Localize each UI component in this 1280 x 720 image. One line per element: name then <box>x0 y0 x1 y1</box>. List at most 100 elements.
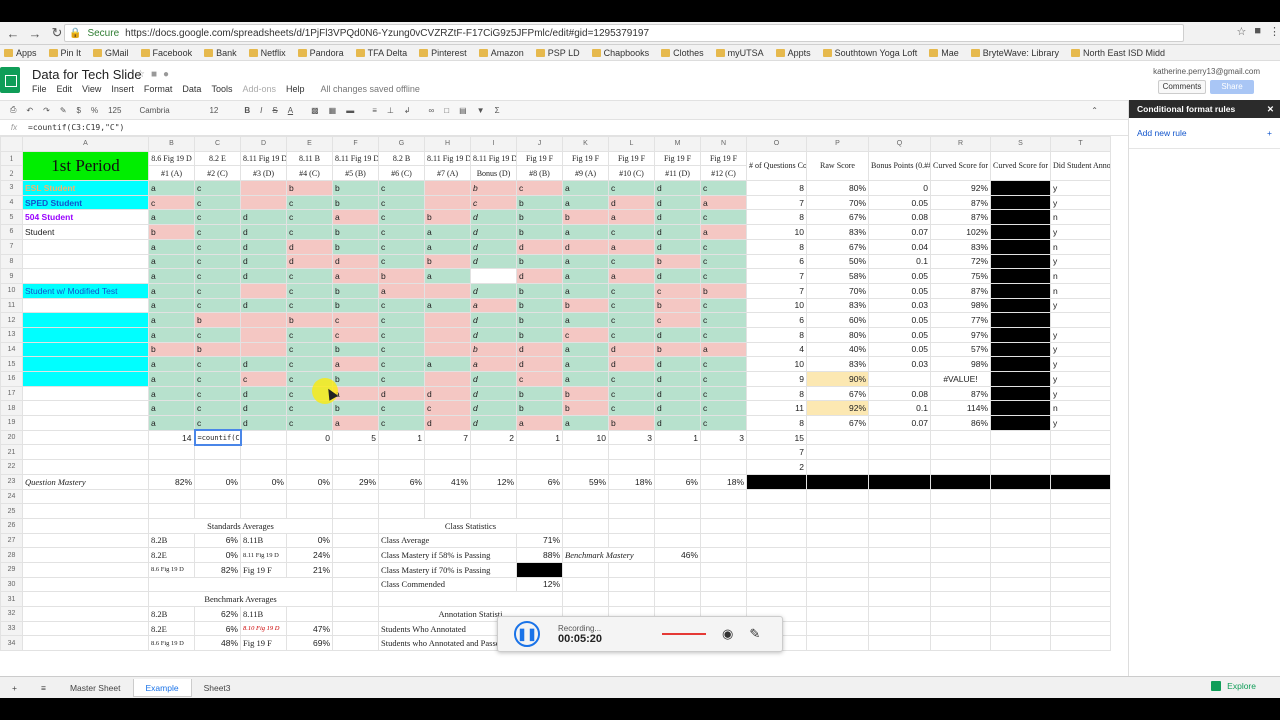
correct-count[interactable]: 7 <box>746 268 807 284</box>
answer-cell[interactable]: d <box>654 385 701 402</box>
empty-cell[interactable] <box>806 606 869 622</box>
row-header[interactable]: 27 <box>0 532 23 549</box>
student-label[interactable] <box>22 326 149 343</box>
answer-cell[interactable]: a <box>470 356 517 372</box>
answer-cell[interactable]: b <box>332 238 379 255</box>
curved-preap[interactable] <box>990 209 1051 226</box>
bonus-points[interactable]: 0.03 <box>868 297 931 314</box>
answer-cell[interactable]: a <box>562 253 609 270</box>
bookmark-item[interactable]: Pin It <box>48 48 81 58</box>
answer-cell[interactable]: c <box>654 312 701 328</box>
empty-cell[interactable] <box>332 459 379 475</box>
empty-cell[interactable] <box>378 591 563 607</box>
row-header[interactable]: 24 <box>0 488 23 505</box>
answer-cell[interactable]: c <box>194 238 241 255</box>
annotated-flag[interactable]: y <box>1050 341 1111 358</box>
empty-cell[interactable] <box>22 444 149 461</box>
student-label[interactable] <box>22 356 149 372</box>
count-cell[interactable]: 2 <box>746 459 807 475</box>
answer-cell[interactable]: a <box>562 312 609 328</box>
answer-cell[interactable]: b <box>516 253 563 270</box>
bonus-points[interactable]: 0.05 <box>868 312 931 328</box>
answer-cell[interactable]: c <box>608 385 655 402</box>
curved-regular[interactable]: 98% <box>930 356 991 372</box>
answer-cell[interactable]: c <box>286 268 333 284</box>
mastery-black[interactable] <box>1050 473 1111 490</box>
answer-cell[interactable]: c <box>470 194 517 211</box>
empty-cell[interactable] <box>562 591 609 607</box>
answer-cell[interactable]: b <box>516 326 563 343</box>
row-header[interactable]: 28 <box>0 547 23 563</box>
student-label[interactable]: SPED Student <box>22 194 149 211</box>
empty-cell[interactable] <box>806 444 869 461</box>
stat-label[interactable]: Class Mastery if 58% is Passing <box>378 547 517 563</box>
answer-cell[interactable]: d <box>240 253 287 270</box>
answer-cell[interactable]: d <box>608 356 655 372</box>
bench-name[interactable]: 8.2B <box>148 606 195 622</box>
strikethrough-button[interactable]: S <box>272 106 277 115</box>
raw-score[interactable]: 67% <box>806 385 869 402</box>
empty-cell[interactable] <box>148 459 195 475</box>
spreadsheet-grid[interactable]: A B C D E F G H I J K L M N O P Q R S T 1 1st Period 8.6 Fig 1… <box>0 136 1128 666</box>
answer-cell[interactable]: c <box>700 385 747 402</box>
column-header[interactable]: K <box>562 136 609 152</box>
answer-cell[interactable]: c <box>240 371 287 387</box>
empty-cell[interactable] <box>1050 532 1111 549</box>
stat-value[interactable]: 88% <box>516 547 563 563</box>
functions-button[interactable]: Σ <box>495 106 500 115</box>
raw-score[interactable]: 67% <box>806 238 869 255</box>
borders-icon[interactable]: ▦ <box>329 106 337 115</box>
raw-score[interactable]: 60% <box>806 312 869 328</box>
standard-header[interactable]: 8.6 Fig 19 D <box>148 150 195 167</box>
answer-cell[interactable]: c <box>378 312 425 328</box>
chart-icon[interactable]: ▤ <box>459 106 467 115</box>
bonus-points[interactable]: 0.07 <box>868 224 931 240</box>
bench-value[interactable]: 69% <box>286 635 333 652</box>
answer-cell[interactable]: a <box>470 297 517 314</box>
std-value[interactable]: 0% <box>286 532 333 549</box>
answer-cell[interactable] <box>240 312 287 328</box>
answer-cell[interactable]: c <box>700 180 747 196</box>
grid-table[interactable]: A B C D E F G H I J K L M N O P Q R S T 1 1st Period 8.6 Fig 1… <box>0 136 1111 652</box>
answer-cell[interactable]: c <box>378 253 425 270</box>
answer-cell[interactable]: a <box>562 341 609 358</box>
answer-cell[interactable]: d <box>240 400 287 417</box>
answer-cell[interactable] <box>424 282 471 299</box>
empty-cell[interactable] <box>286 444 333 461</box>
empty-cell[interactable] <box>1050 517 1111 534</box>
answer-cell[interactable]: c <box>608 180 655 196</box>
student-label[interactable] <box>22 297 149 314</box>
mastery-value[interactable]: 18% <box>700 473 747 490</box>
benchmark-title[interactable]: Benchmark Averages <box>148 591 333 607</box>
empty-cell[interactable] <box>806 429 869 446</box>
extension-icon[interactable]: ■ <box>1254 25 1261 38</box>
empty-cell[interactable] <box>148 503 195 519</box>
annotated-flag[interactable]: y <box>1050 415 1111 431</box>
answer-cell[interactable]: c <box>516 371 563 387</box>
empty-cell[interactable] <box>868 532 931 549</box>
sheets-logo-icon[interactable] <box>0 67 20 93</box>
bookmark-item[interactable]: PSP LD <box>535 48 580 58</box>
count-cell[interactable]: 3 <box>700 429 747 446</box>
empty-cell[interactable] <box>562 444 609 461</box>
column-header[interactable]: L <box>608 136 655 152</box>
empty-cell[interactable] <box>990 517 1051 534</box>
column-header[interactable]: T <box>1050 136 1111 152</box>
menu-data[interactable]: Data <box>182 84 201 94</box>
print-icon[interactable]: ⎙ <box>10 105 16 115</box>
answer-cell[interactable]: a <box>148 180 195 196</box>
row-header[interactable]: 15 <box>0 356 23 372</box>
corner-cell[interactable] <box>0 136 23 152</box>
row-header[interactable]: 4 <box>0 194 23 211</box>
answer-cell[interactable]: c <box>378 415 425 431</box>
answer-cell[interactable]: c <box>378 341 425 358</box>
answer-cell[interactable]: c <box>378 400 425 417</box>
mastery-value[interactable]: 59% <box>562 473 609 490</box>
answer-cell[interactable]: c <box>286 282 333 299</box>
answer-cell[interactable] <box>424 180 471 196</box>
std-name[interactable]: Fig 19 F <box>240 561 287 578</box>
column-header[interactable]: J <box>516 136 563 152</box>
empty-cell[interactable] <box>608 503 655 519</box>
answer-cell[interactable]: d <box>654 194 701 211</box>
answer-cell[interactable]: c <box>654 282 701 299</box>
